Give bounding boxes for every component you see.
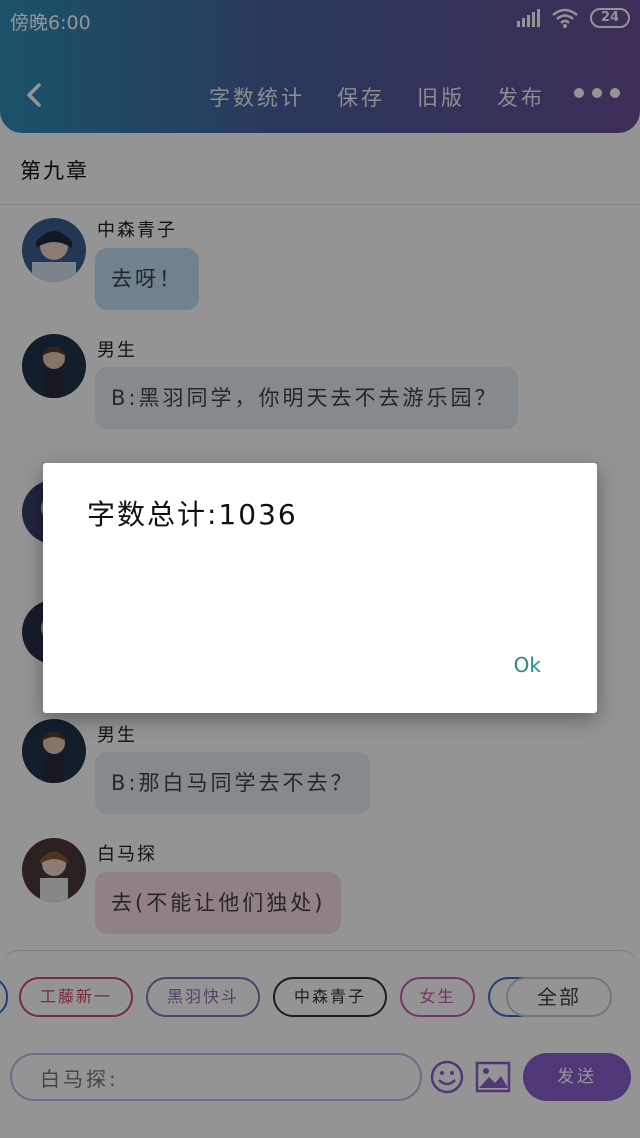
dialog-message: 字数总计:1036 [87, 498, 298, 531]
ok-button[interactable]: Ok [514, 653, 541, 677]
word-count-dialog: 字数总计:1036 Ok [43, 463, 597, 713]
